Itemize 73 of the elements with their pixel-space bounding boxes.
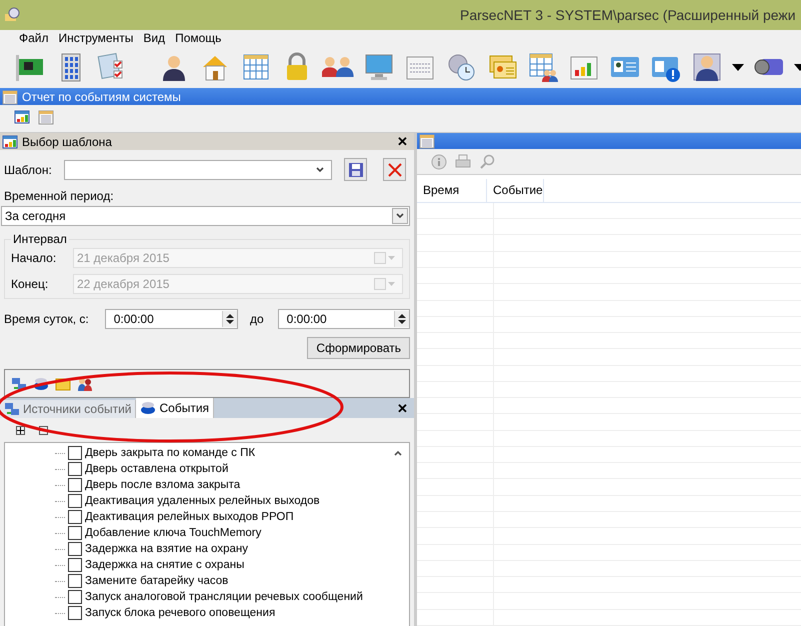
checkbox[interactable] bbox=[68, 526, 82, 540]
chart-icon bbox=[2, 134, 18, 150]
column-header[interactable]: Время bbox=[417, 179, 487, 202]
menu-item[interactable]: Вид bbox=[138, 31, 170, 45]
tab[interactable]: События bbox=[136, 398, 214, 418]
calendar-people-icon bbox=[527, 51, 559, 83]
event-label[interactable]: Деактивация релейных выходов РРОП bbox=[85, 511, 294, 523]
portrait-icon bbox=[691, 51, 723, 83]
date-label: Начало: bbox=[11, 251, 58, 265]
tab[interactable]: Источники событий bbox=[0, 400, 136, 418]
menu-item[interactable]: Инструменты bbox=[54, 31, 138, 45]
event-label[interactable]: Задержка на взятие на охрану bbox=[85, 543, 248, 555]
save-button[interactable] bbox=[344, 158, 367, 181]
delete-button[interactable] bbox=[383, 158, 406, 181]
calendar-dropdown-icon bbox=[374, 278, 396, 290]
chevron-down-icon bbox=[392, 208, 408, 224]
event-label[interactable]: Дверь после взлома закрыта bbox=[85, 479, 240, 491]
window-title: ParsecNET 3 - SYSTEM\parsec (Расширенный режи bbox=[460, 7, 796, 23]
spin-arrows-icon bbox=[398, 313, 406, 325]
calendar-icon bbox=[38, 109, 54, 125]
time-label: Время суток, с: bbox=[4, 312, 89, 326]
app-clock-icon bbox=[4, 7, 20, 23]
column-header[interactable]: Событие bbox=[487, 179, 544, 202]
menu-item[interactable]: Файл bbox=[14, 31, 54, 45]
checkbox[interactable] bbox=[68, 494, 82, 508]
template-label: Шаблон: bbox=[4, 162, 52, 176]
generate-button[interactable]: Сформировать bbox=[307, 337, 410, 359]
database-icon bbox=[140, 400, 156, 416]
chevron-down-icon bbox=[315, 166, 325, 174]
network-computers-icon bbox=[4, 401, 20, 417]
interval-title: Интервал bbox=[12, 232, 68, 246]
checkbox[interactable] bbox=[68, 510, 82, 524]
period-dropdown[interactable]: За сегодня bbox=[1, 206, 410, 226]
close-button[interactable]: ✕ bbox=[391, 134, 414, 149]
event-label[interactable]: Добавление ключа TouchMemory bbox=[85, 527, 262, 539]
menu-item[interactable]: Помощь bbox=[170, 31, 226, 45]
checkbox[interactable] bbox=[68, 606, 82, 620]
checkbox[interactable] bbox=[68, 574, 82, 588]
close-button[interactable]: ✕ bbox=[391, 400, 414, 416]
checkbox[interactable] bbox=[68, 462, 82, 476]
info-icon bbox=[431, 154, 447, 170]
spin-arrows-icon bbox=[226, 313, 234, 325]
checkbox[interactable] bbox=[68, 590, 82, 604]
event-label[interactable]: Задержка на снятие с охраны bbox=[85, 559, 244, 571]
time-to-spinner[interactable]: 0:00:00 bbox=[278, 309, 410, 329]
search-icon bbox=[479, 154, 495, 170]
chart-report-icon bbox=[14, 109, 30, 125]
checkbox[interactable] bbox=[68, 558, 82, 572]
checkbox[interactable] bbox=[68, 446, 82, 460]
period-label: Временной период: bbox=[4, 189, 115, 203]
event-label[interactable]: Дверь оставлена открытой bbox=[85, 463, 228, 475]
calendar-dropdown-icon bbox=[374, 252, 396, 264]
database-icon bbox=[33, 376, 49, 392]
time-to-label: до bbox=[250, 312, 264, 326]
scroll-up-icon bbox=[393, 449, 403, 457]
collapse-all-button[interactable] bbox=[39, 426, 48, 434]
dropdown-arrow-icon bbox=[732, 64, 744, 70]
network-computers-icon bbox=[11, 376, 27, 392]
document-title: Отчет по событиям системы bbox=[22, 90, 181, 104]
event-label[interactable]: Запуск аналоговой трансляции речевых сообщений bbox=[85, 591, 363, 603]
event-label[interactable]: Запуск блока речевого оповещения bbox=[85, 607, 276, 619]
close-icon bbox=[386, 162, 402, 178]
event-label[interactable]: Деактивация удаленных релейных выходов bbox=[85, 495, 320, 507]
checkbox[interactable] bbox=[68, 542, 82, 556]
time-from-spinner[interactable]: 0:00:00 bbox=[104, 309, 238, 329]
checkbox[interactable] bbox=[68, 478, 82, 492]
event-label[interactable]: Дверь закрыта по команде с ПК bbox=[85, 447, 256, 459]
panel-title: Выбор шаблона bbox=[22, 134, 113, 148]
date-label: Конец: bbox=[11, 277, 50, 291]
expand-all-button[interactable] bbox=[16, 426, 25, 434]
event-label[interactable]: Замените батарейку часов bbox=[85, 575, 228, 587]
plus-icon bbox=[17, 426, 24, 434]
printer-icon bbox=[455, 154, 471, 170]
